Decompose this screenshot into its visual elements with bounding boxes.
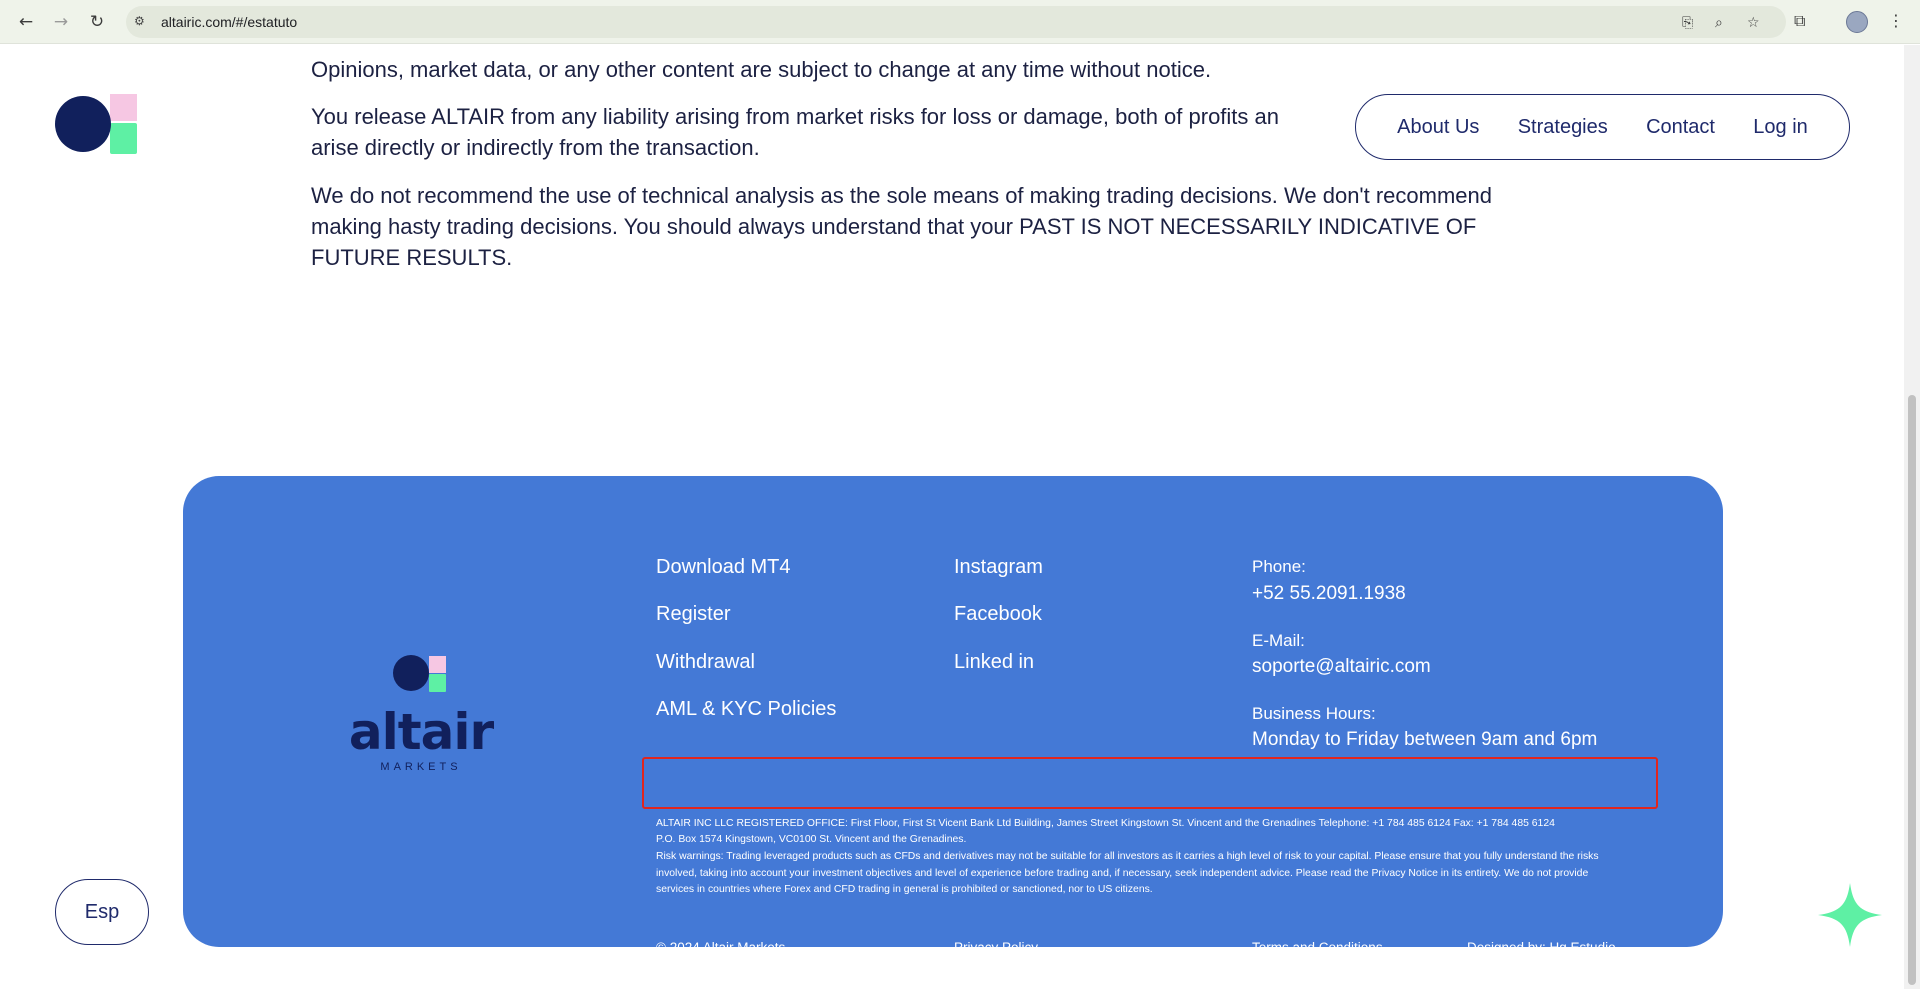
back-icon[interactable]: ←	[15, 11, 37, 33]
footer-link-linkedin[interactable]: Linked in	[954, 651, 1034, 674]
email-label: E-Mail:	[1252, 631, 1305, 650]
sparkle-icon[interactable]	[1818, 883, 1882, 947]
footer-logo: altair MARKETS	[346, 651, 496, 777]
main-navigation: About Us Strategies Contact Log in	[1355, 94, 1850, 160]
forward-icon[interactable]: →	[50, 11, 72, 33]
nav-strategies[interactable]: Strategies	[1518, 116, 1608, 139]
url-text[interactable]: altairic.com/#/estatuto	[161, 14, 297, 30]
footer-link-withdrawal[interactable]: Withdrawal	[656, 651, 755, 674]
footer-brand-sub: MARKETS	[380, 761, 462, 773]
browser-toolbar: ← → ↻ ⚙ altairic.com/#/estatuto ⎘ ⌕ ☆ ⧉ …	[0, 0, 1920, 44]
privacy-policy-link[interactable]: Privacy Policy	[954, 940, 1038, 955]
copyright: © 2024 Altair Markets	[656, 940, 786, 955]
terms-link[interactable]: Terms and Conditions	[1252, 940, 1383, 955]
registered-office-line1: ALTAIR INC LLC REGISTERED OFFICE: First …	[656, 818, 1555, 829]
page-viewport: Opinions, market data, or any other cont…	[0, 45, 1902, 989]
phone-value[interactable]: +52 55.2091.1938	[1252, 583, 1406, 605]
hours-value: Monday to Friday between 9am and 6pm	[1252, 729, 1598, 750]
reload-icon[interactable]: ↻	[86, 11, 108, 33]
altair-logo-icon[interactable]	[55, 94, 137, 154]
footer-link-register[interactable]: Register	[656, 603, 730, 626]
address-bar[interactable]: ⚙ altairic.com/#/estatuto ⎘ ⌕ ☆	[126, 6, 1786, 38]
scrollbar-thumb[interactable]	[1908, 395, 1916, 985]
nav-about-us[interactable]: About Us	[1397, 116, 1479, 139]
install-app-icon[interactable]: ⎘	[1682, 15, 1693, 31]
site-info-icon[interactable]: ⚙	[134, 14, 150, 30]
phone-label: Phone:	[1252, 557, 1306, 576]
extensions-icon[interactable]: ⧉	[1794, 11, 1805, 31]
nav-log-in[interactable]: Log in	[1753, 116, 1808, 139]
zoom-icon[interactable]: ⌕	[1715, 15, 1723, 31]
language-toggle-button[interactable]: Esp	[55, 879, 149, 945]
footer-link-download-mt4[interactable]: Download MT4	[656, 556, 791, 579]
designed-by-link[interactable]: Designed by: Hg Estudio	[1467, 940, 1616, 955]
paragraph-analysis: We do not recommend the use of technical…	[311, 183, 1493, 270]
bookmark-star-icon[interactable]: ☆	[1747, 15, 1760, 31]
site-footer: altair MARKETS Download MT4 Register Wit…	[183, 476, 1723, 955]
profile-avatar[interactable]	[1846, 11, 1868, 33]
hours-label: Business Hours:	[1252, 704, 1376, 723]
footer-brand-name: altair	[348, 703, 494, 761]
registered-office-line2: P.O. Box 1574 Kingstown, VC0100 St. Vinc…	[656, 834, 967, 845]
highlight-annotation-box	[642, 757, 1658, 809]
footer-link-aml-kyc[interactable]: AML & KYC Policies	[656, 698, 836, 721]
paragraph-top: Opinions, market data, or any other cont…	[311, 57, 1212, 82]
footer-link-facebook[interactable]: Facebook	[954, 603, 1042, 626]
menu-dots-icon[interactable]: ⋮	[1888, 11, 1904, 30]
email-value[interactable]: soporte@altairic.com	[1252, 656, 1431, 678]
nav-contact[interactable]: Contact	[1646, 116, 1715, 139]
footer-link-instagram[interactable]: Instagram	[954, 556, 1043, 579]
risk-warning: Risk warnings: Trading leveraged product…	[656, 851, 1599, 895]
page-scrollbar[interactable]	[1904, 45, 1920, 989]
